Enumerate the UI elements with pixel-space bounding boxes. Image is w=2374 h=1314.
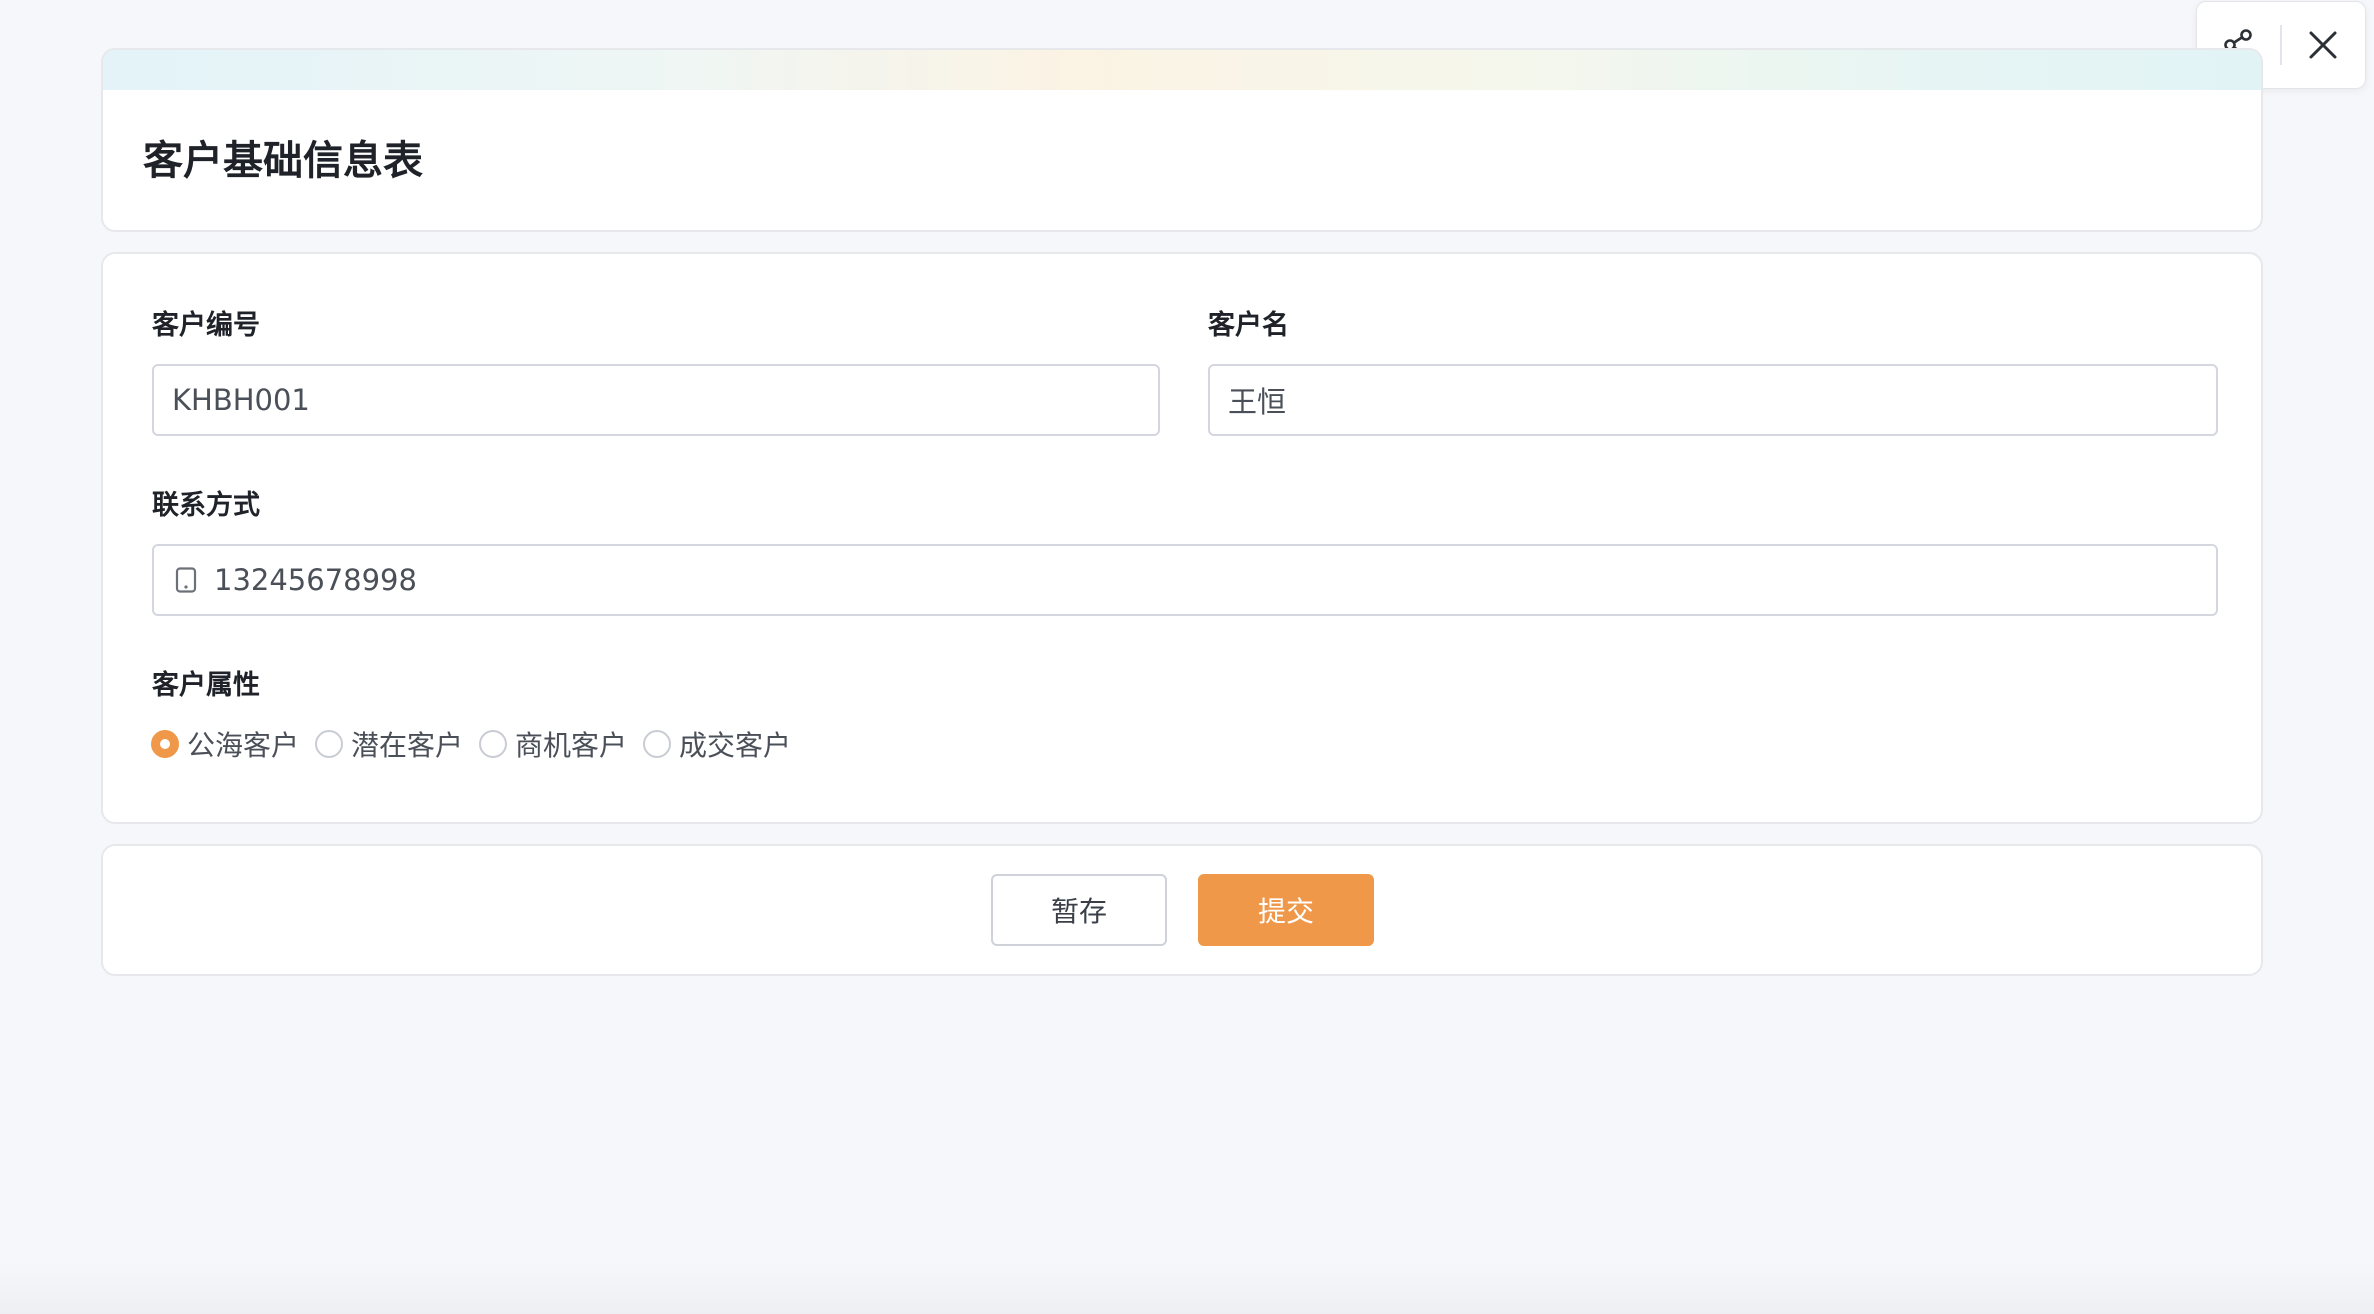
customer-name-label: 客户名 (1208, 310, 1289, 341)
radio-option-label: 公海客户 (187, 729, 300, 762)
customer-attribute-label: 客户属性 (152, 670, 260, 701)
page-title: 客户基础信息表 (143, 138, 423, 184)
radio-unchecked-icon (479, 730, 508, 758)
customer-attribute-radio-group: 公海客户 潜在客户 商机客户 成交客户 (151, 724, 807, 764)
customer-no-label: 客户编号 (152, 310, 260, 341)
radio-unchecked-icon (315, 730, 344, 758)
radio-option-opportunity[interactable]: 商机客户 (479, 724, 627, 764)
save-draft-button[interactable]: 暂存 (991, 874, 1167, 946)
form-card: 客户编号 客户名 联系方式 客户属性 公海客户 潜在客户 商机客户 成交客户 (101, 252, 2263, 824)
contact-input[interactable] (212, 549, 2216, 611)
mobile-phone-icon (174, 566, 198, 594)
radio-checked-icon (151, 730, 179, 758)
radio-option-label: 成交客户 (679, 729, 792, 762)
radio-option-potential[interactable]: 潜在客户 (315, 724, 463, 764)
radio-unchecked-icon (643, 730, 672, 758)
contact-field[interactable] (152, 544, 2218, 616)
close-button[interactable] (2282, 1, 2365, 89)
customer-name-input[interactable] (1208, 364, 2218, 436)
contact-label: 联系方式 (152, 490, 260, 521)
radio-option-public[interactable]: 公海客户 (151, 724, 299, 764)
actions-card: 暂存 提交 (101, 844, 2263, 976)
radio-option-label: 商机客户 (515, 729, 628, 762)
radio-option-deal[interactable]: 成交客户 (643, 724, 791, 764)
header-decorative-strip (103, 50, 2261, 90)
header-card: 客户基础信息表 (101, 48, 2263, 232)
close-icon (2309, 31, 2337, 59)
radio-option-label: 潜在客户 (351, 729, 464, 762)
submit-button[interactable]: 提交 (1198, 874, 1374, 946)
customer-no-input[interactable] (152, 364, 1160, 436)
